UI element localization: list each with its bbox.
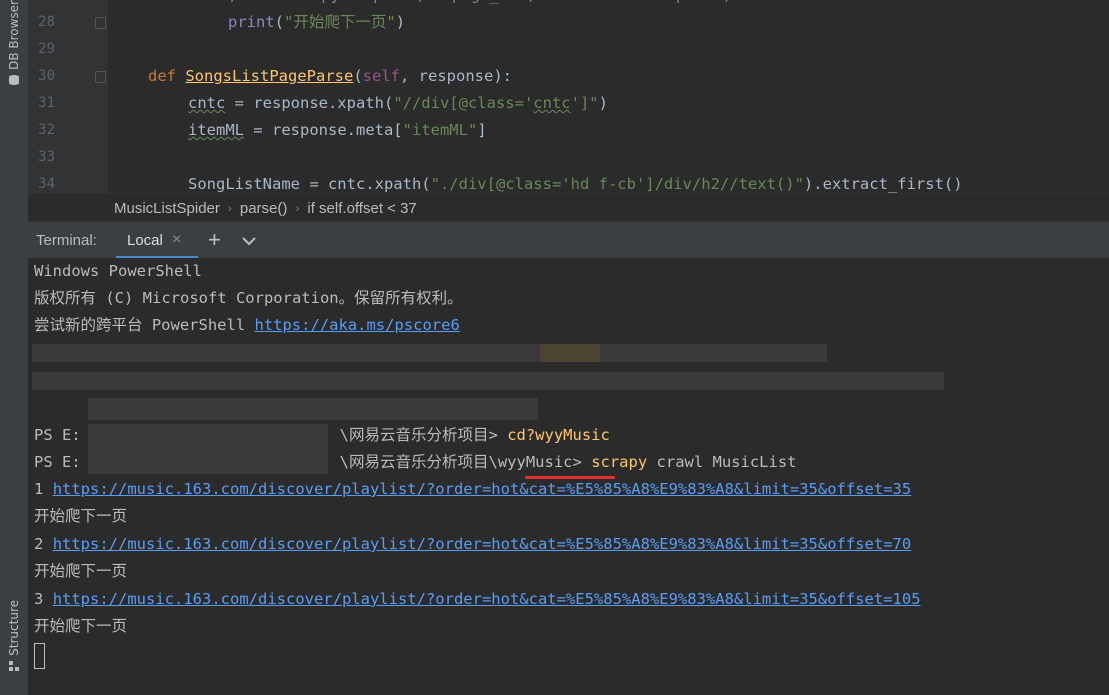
terminal-line: 3 https://music.163.com/discover/playlis… bbox=[34, 586, 921, 613]
terminal-line: 尝试新的跨平台 PowerShell https://aka.ms/pscore… bbox=[34, 312, 460, 339]
pscore-link[interactable]: https://aka.ms/pscore6 bbox=[254, 316, 459, 334]
code-line: 27 ,item scrapy.Request(newpage_url, cal… bbox=[28, 0, 1109, 9]
chevron-right-icon: › bbox=[227, 201, 232, 215]
left-tool-sidebar: DB Browser Structure bbox=[0, 0, 29, 695]
code-line: 28 print("开始爬下一页") bbox=[28, 9, 1109, 36]
code-text: cntc = response.xpath("//div[@class='cnt… bbox=[188, 94, 608, 112]
structure-label: Structure bbox=[7, 600, 21, 656]
terminal-line: 1 https://music.163.com/discover/playlis… bbox=[34, 476, 911, 503]
db-browser-label: DB Browser bbox=[7, 0, 21, 70]
code-line: 31 cntc = response.xpath("//div[@class='… bbox=[28, 90, 1109, 117]
code-line: 32 itemML = response.meta["itemML"] bbox=[28, 117, 1109, 144]
prompt-path: \网易云音乐分析项目 bbox=[339, 453, 489, 471]
line-number: 28 bbox=[38, 14, 55, 30]
line-number: 31 bbox=[38, 95, 55, 111]
blurred-region bbox=[32, 344, 827, 362]
code-text: print("开始爬下一页") bbox=[228, 13, 406, 31]
prompt-path: \网易云音乐分析项目> bbox=[339, 426, 498, 444]
terminal-cursor bbox=[34, 643, 45, 669]
code-line: 29 bbox=[28, 36, 1109, 63]
line-number: 29 bbox=[38, 41, 55, 57]
terminal-line: 版权所有 (C) Microsoft Corporation。保留所有权利。 bbox=[34, 289, 463, 307]
command-text: cd?wyyMusic bbox=[507, 426, 610, 444]
code-line: 33 bbox=[28, 144, 1109, 171]
terminal-line: 开始爬下一页 bbox=[34, 617, 128, 635]
database-icon bbox=[9, 74, 19, 85]
code-text: ,item scrapy.Request(newpage_url, callba… bbox=[228, 0, 732, 9]
breadcrumb-item-condition[interactable]: if self.offset < 37 bbox=[307, 200, 416, 217]
terminal-output[interactable]: Windows PowerShell 版权所有 (C) Microsoft Co… bbox=[28, 258, 1109, 695]
breadcrumb-item-method[interactable]: parse() bbox=[240, 200, 288, 217]
prompt-dir: \wyyMusic> bbox=[488, 453, 582, 471]
breadcrumb: MusicListSpider › parse() › if self.offs… bbox=[28, 193, 1109, 222]
prompt-prefix: PS E: bbox=[34, 453, 81, 471]
blurred-region bbox=[32, 372, 944, 390]
close-icon[interactable]: × bbox=[172, 231, 181, 249]
prompt-prefix: PS E: bbox=[34, 426, 81, 444]
line-number: 32 bbox=[38, 122, 55, 138]
add-terminal-icon[interactable]: + bbox=[208, 227, 221, 253]
output-index: 2 bbox=[34, 535, 44, 553]
terminal-line: 开始爬下一页 bbox=[34, 562, 128, 580]
playlist-url-link[interactable]: https://music.163.com/discover/playlist/… bbox=[53, 590, 921, 608]
terminal-title: Terminal: bbox=[36, 232, 97, 249]
line-number: 30 bbox=[38, 68, 55, 84]
code-text: def SongsListPageParse(self, response): bbox=[148, 67, 512, 85]
line-number: 27 bbox=[28, 0, 55, 9]
output-index: 3 bbox=[34, 590, 44, 608]
line-number: 34 bbox=[38, 176, 55, 192]
structure-tab[interactable]: Structure bbox=[2, 600, 26, 672]
structure-icon bbox=[9, 660, 19, 671]
code-text: SongListName = cntc.xpath("./div[@class=… bbox=[188, 175, 963, 193]
terminal-text: 尝试新的跨平台 PowerShell bbox=[34, 316, 255, 334]
line-number: 33 bbox=[38, 149, 55, 165]
code-text: itemML = response.meta["itemML"] bbox=[188, 121, 487, 139]
playlist-url-link[interactable]: https://music.163.com/discover/playlist/… bbox=[53, 535, 912, 553]
terminal-line: Windows PowerShell bbox=[34, 262, 202, 280]
terminal-line: 开始爬下一页 bbox=[34, 507, 128, 525]
breadcrumb-item-class[interactable]: MusicListSpider bbox=[114, 200, 220, 217]
terminal-tab-bar: Terminal: Local × + bbox=[28, 221, 1109, 259]
fold-marker-icon[interactable] bbox=[95, 17, 106, 29]
blurred-region bbox=[540, 344, 600, 362]
terminal-line: 2 https://music.163.com/discover/playlis… bbox=[34, 531, 911, 558]
code-line: 34 SongListName = cntc.xpath("./div[@cla… bbox=[28, 171, 1109, 193]
blurred-region bbox=[88, 398, 538, 420]
terminal-line: PS E: \网易云音乐分析项目\wyyMusic> scrapy crawl M… bbox=[34, 449, 797, 476]
code-line: 30 def SongsListPageParse(self, response… bbox=[28, 63, 1109, 90]
tab-local-label: Local bbox=[127, 232, 163, 249]
command-text: scrapy bbox=[591, 453, 648, 471]
command-args: crawl MusicList bbox=[656, 453, 797, 471]
playlist-url-link[interactable]: https://music.163.com/discover/playlist/… bbox=[53, 480, 912, 498]
chevron-right-icon: › bbox=[295, 201, 300, 215]
chevron-down-icon[interactable] bbox=[240, 232, 258, 250]
tab-local[interactable]: Local × bbox=[116, 222, 198, 259]
db-browser-tab[interactable]: DB Browser bbox=[2, 0, 26, 86]
code-editor[interactable]: 27 ,item scrapy.Request(newpage_url, cal… bbox=[28, 0, 1109, 193]
fold-marker-icon[interactable] bbox=[95, 71, 106, 83]
output-index: 1 bbox=[34, 480, 44, 498]
